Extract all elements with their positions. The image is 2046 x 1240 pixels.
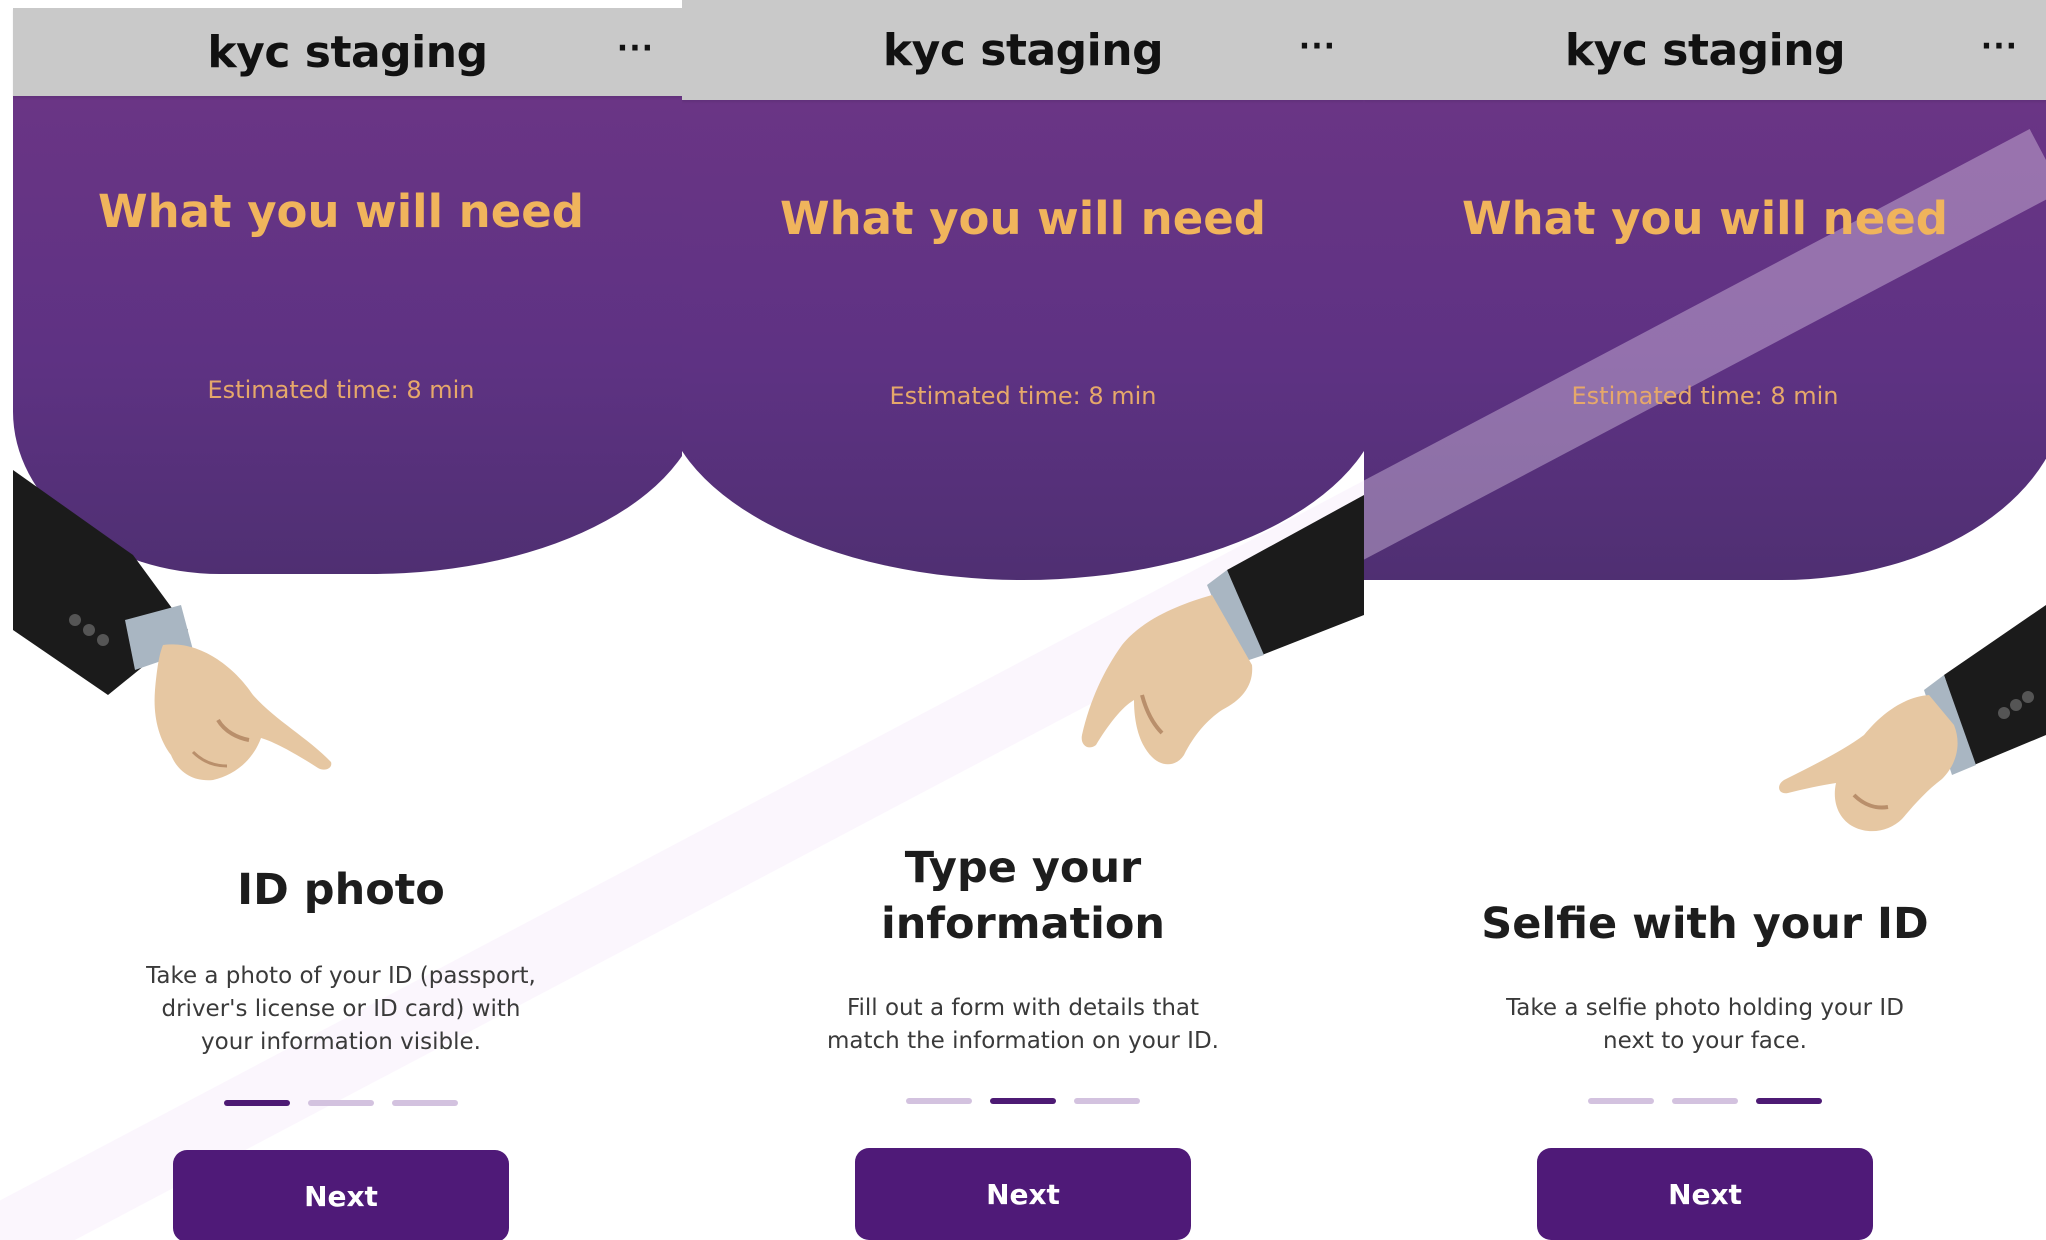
more-options-icon[interactable]: ··· bbox=[1299, 29, 1336, 64]
app-title: kyc staging bbox=[1564, 24, 1846, 76]
pointing-hand-icon bbox=[13, 470, 332, 781]
step-description: Fill out a form with details that match … bbox=[827, 995, 1219, 1054]
estimated-time: Estimated time: 8 min bbox=[889, 382, 1157, 410]
progress-dot bbox=[308, 1100, 374, 1106]
progress-dots bbox=[0, 1100, 682, 1106]
step-description: Take a selfie photo holding your ID next… bbox=[1506, 995, 1904, 1054]
progress-dots bbox=[1364, 1098, 2046, 1104]
pointing-hand-icon bbox=[1081, 495, 1364, 765]
step-title: Selfie with your ID bbox=[1481, 899, 1929, 949]
progress-dot bbox=[906, 1098, 972, 1104]
progress-dot bbox=[392, 1100, 458, 1106]
progress-dot bbox=[1756, 1098, 1822, 1104]
step-description: Take a photo of your ID (passport, drive… bbox=[146, 963, 536, 1055]
screen-type-information: kyc staging ··· What you will need Estim… bbox=[682, 0, 1364, 1240]
hero-heading: What you will need bbox=[780, 192, 1266, 245]
hero-heading: What you will need bbox=[1462, 192, 1948, 245]
app-header: kyc staging ··· bbox=[682, 0, 1364, 100]
progress-dot bbox=[1588, 1098, 1654, 1104]
step-title: Type your information bbox=[880, 843, 1166, 949]
next-button[interactable]: Next bbox=[855, 1148, 1191, 1240]
step-title: ID photo bbox=[237, 865, 445, 915]
hero-banner bbox=[1364, 100, 2046, 580]
app-title: kyc staging bbox=[207, 26, 488, 78]
progress-dot bbox=[224, 1100, 290, 1106]
app-title: kyc staging bbox=[882, 24, 1164, 76]
more-options-icon[interactable]: ··· bbox=[617, 31, 654, 66]
progress-dots bbox=[682, 1098, 1364, 1104]
next-button[interactable]: Next bbox=[173, 1150, 509, 1240]
progress-dot bbox=[990, 1098, 1056, 1104]
progress-dot bbox=[1074, 1098, 1140, 1104]
app-header: kyc staging ··· bbox=[13, 8, 682, 96]
progress-dot bbox=[1672, 1098, 1738, 1104]
screen-id-photo: kyc staging ··· What you will need Estim… bbox=[0, 0, 682, 1240]
app-header: kyc staging ··· bbox=[1364, 0, 2046, 100]
pointing-hand-icon bbox=[1779, 605, 2046, 832]
next-button[interactable]: Next bbox=[1537, 1148, 1873, 1240]
screen-selfie-with-id: kyc staging ··· What you will need Estim… bbox=[1364, 0, 2046, 1240]
estimated-time: Estimated time: 8 min bbox=[1571, 382, 1839, 410]
estimated-time: Estimated time: 8 min bbox=[207, 376, 475, 404]
hero-heading: What you will need bbox=[98, 185, 584, 238]
more-options-icon[interactable]: ··· bbox=[1981, 29, 2018, 64]
